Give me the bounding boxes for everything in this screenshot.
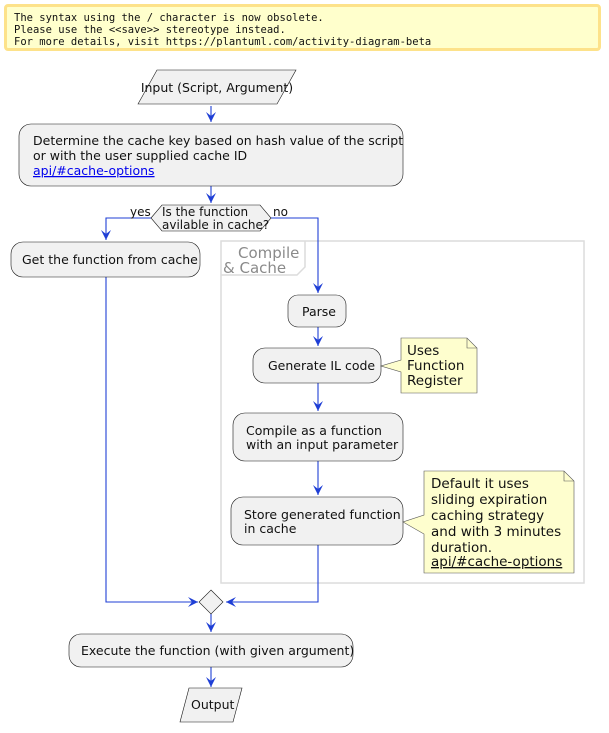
store-note: Default it uses sliding expiration cachi… xyxy=(402,470,575,574)
no-label: no xyxy=(273,205,288,219)
edge-yes xyxy=(105,217,151,240)
cache-options-link[interactable]: api/#cache-options xyxy=(33,163,155,178)
parse-label: Parse xyxy=(302,304,336,319)
note-line: Uses xyxy=(407,343,439,359)
group-title-line: & Cache xyxy=(223,259,286,277)
get-from-cache-label: Get the function from cache xyxy=(22,252,198,267)
decision-line: Is the function xyxy=(162,205,248,219)
note-line: Default it uses xyxy=(431,476,529,492)
decision-line: avilable in cache? xyxy=(162,218,269,232)
output-node: Output xyxy=(179,687,243,723)
determine-line: Determine the cache key based on hash va… xyxy=(33,133,403,148)
cache-decision-node: Is the function avilable in cache? yes n… xyxy=(130,204,288,232)
parse-node: Parse xyxy=(287,294,347,328)
edge-cache-merge xyxy=(105,277,198,603)
note-line: sliding expiration xyxy=(431,492,547,508)
generate-il-note: Uses Function Register xyxy=(379,337,478,394)
merge-diamond xyxy=(198,589,224,615)
note-line: caching strategy xyxy=(431,508,544,524)
execute-label: Execute the function (with given argumen… xyxy=(81,643,354,658)
generate-il-label: Generate IL code xyxy=(268,358,375,373)
generate-il-node: Generate IL code xyxy=(252,347,382,384)
note-line: Function xyxy=(407,358,464,374)
input-label: Input (Script, Argument) xyxy=(141,80,293,95)
cache-options-link[interactable]: api/#cache-options xyxy=(431,554,562,570)
get-from-cache-node: Get the function from cache xyxy=(10,241,201,278)
yes-label: yes xyxy=(130,205,151,219)
store-node: Store generated function in cache xyxy=(230,496,404,546)
note-line: and with 3 minutes xyxy=(431,524,561,540)
store-line: Store generated function xyxy=(244,507,401,522)
store-line: in cache xyxy=(244,521,297,536)
output-label: Output xyxy=(191,697,235,712)
execute-node: Execute the function (with given argumen… xyxy=(68,633,354,668)
determine-line: or with the user supplied cache ID xyxy=(33,148,247,163)
compile-line: with an input parameter xyxy=(246,437,399,452)
note-line: Register xyxy=(407,373,463,389)
input-node: Input (Script, Argument) xyxy=(137,69,297,105)
activity-diagram: Compile & Cache Input (Script, Argument) xyxy=(10,69,585,723)
compile-line: Compile as a function xyxy=(246,423,382,438)
determine-cache-key-node: Determine the cache key based on hash va… xyxy=(18,123,404,187)
compile-node: Compile as a function with an input para… xyxy=(232,412,404,462)
edge-store-merge xyxy=(226,545,319,603)
